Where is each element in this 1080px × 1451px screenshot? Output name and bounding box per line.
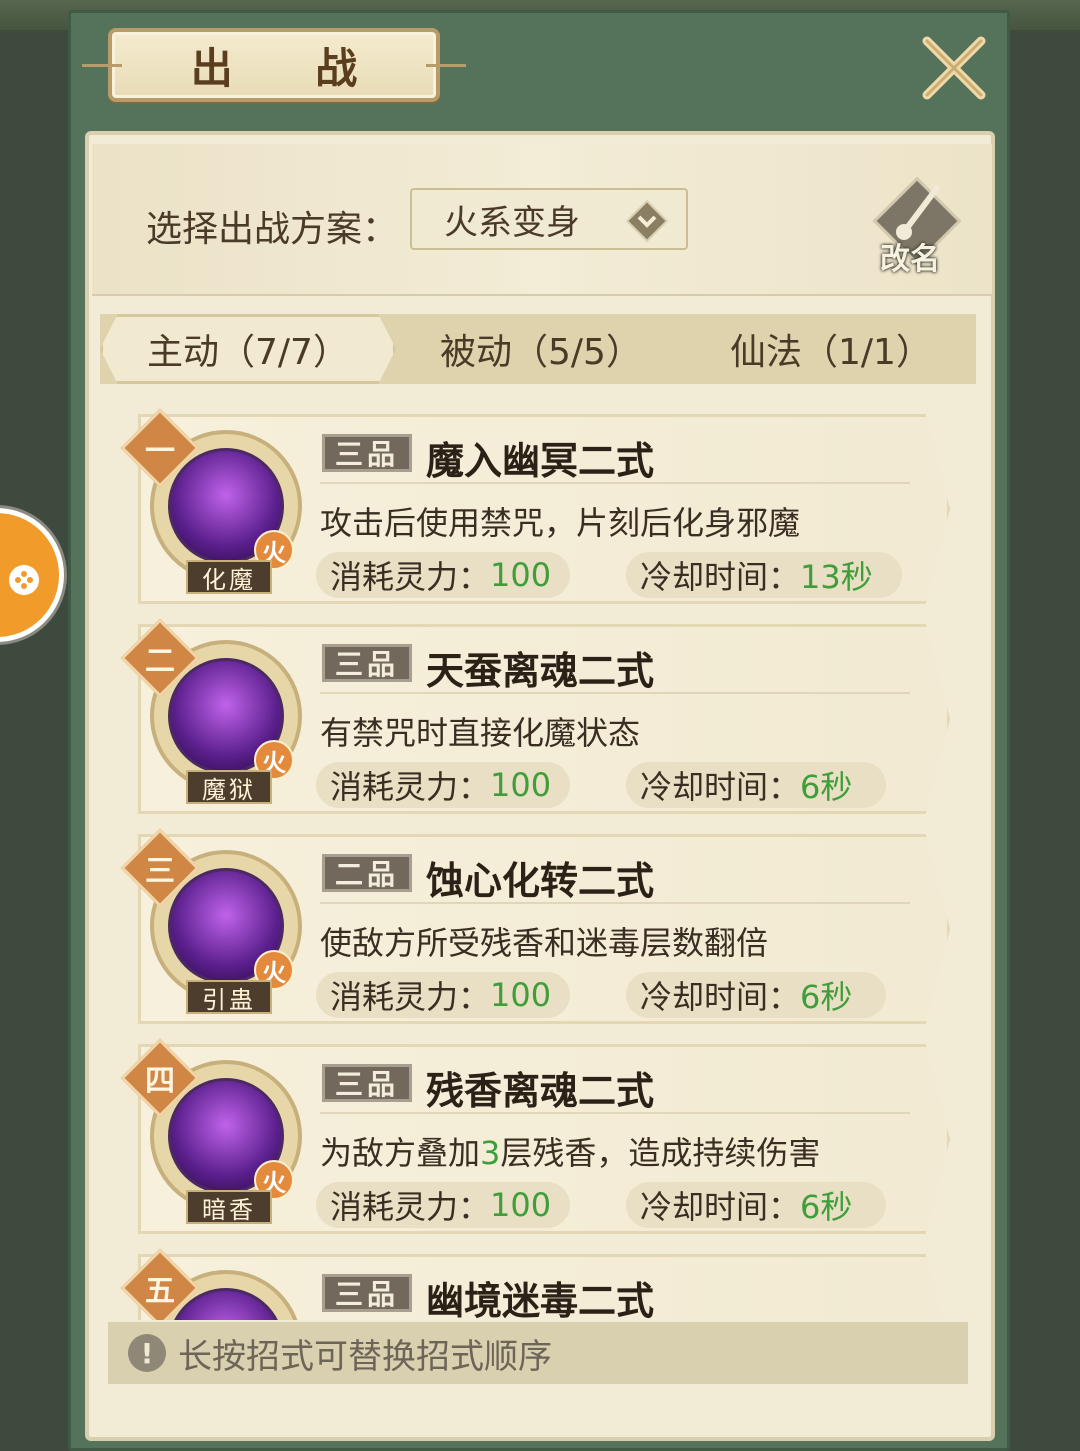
mana-cost-value: 100 (490, 976, 552, 1014)
mana-cost: 消耗灵力： 100 (316, 972, 570, 1018)
skill-description: 攻击后使用禁咒，片刻后化身邪魔 (320, 504, 801, 542)
skill-icon-name: 引蛊 (186, 980, 272, 1014)
cooldown: 冷却时间： 6秒 (626, 762, 886, 808)
cooldown-value: 13秒 (800, 558, 873, 596)
cooldown-value: 6秒 (800, 1188, 853, 1226)
cooldown-value: 6秒 (800, 768, 853, 806)
hint-text: 长按招式可替换招式顺序 (178, 1336, 552, 1377)
page-title: 出 战 (190, 43, 392, 93)
tab-label: 被动（5/5） (440, 332, 642, 373)
skill-name: 残香离魂二式 (426, 1069, 655, 1113)
cooldown-value: 6秒 (800, 978, 853, 1016)
skill-name: 蚀心化转二式 (426, 859, 655, 903)
mana-cost: 消耗灵力： 100 (316, 1182, 570, 1228)
mana-cost-label: 消耗灵力： (330, 558, 491, 596)
cooldown: 冷却时间： 6秒 (626, 1182, 886, 1228)
hint-bar: ! 长按招式可替换招式顺序 (108, 1322, 968, 1384)
mana-cost-value: 100 (490, 1186, 552, 1224)
desc-part: 层残香，造成持续伤害 (500, 1134, 821, 1172)
cooldown-label: 冷却时间： (640, 978, 801, 1016)
mana-cost: 消耗灵力： 100 (316, 552, 570, 598)
grade-badge: 三品 (322, 1274, 412, 1312)
rank-number: 五 (145, 1274, 175, 1309)
grade-badge: 二品 (322, 854, 412, 892)
scheme-selected-value: 火系变身 (444, 202, 580, 243)
cooldown: 冷却时间： 13秒 (626, 552, 902, 598)
grade-badge: 三品 (322, 434, 412, 472)
rename-label: 改名 (880, 242, 940, 277)
chevron-down-icon (625, 199, 669, 243)
skill-list[interactable]: 火 化魔 一 三品 魔入幽冥二式 攻击后使用禁咒，片刻后化身邪魔 消耗灵力： 10… (120, 406, 950, 1320)
info-icon: ! (128, 1334, 166, 1372)
close-button[interactable] (912, 26, 996, 110)
grade-badge: 三品 (322, 1064, 412, 1102)
mana-cost-label: 消耗灵力： (330, 978, 491, 1016)
tab-passive[interactable]: 被动（5/5） (396, 314, 686, 384)
rank-number: 四 (145, 1064, 175, 1099)
tab-immortal-arts[interactable]: 仙法（1/1） (686, 314, 976, 384)
rank-number: 三 (145, 854, 175, 889)
gamepad-icon (9, 565, 39, 595)
skill-description: 有禁咒时直接化魔状态 (320, 714, 641, 752)
skill-description: 为敌方叠加3层残香，造成持续伤害 (320, 1128, 820, 1174)
skill-description: 使敌方所受残香和迷毒层数翻倍 (320, 924, 769, 962)
grade-badge: 三品 (322, 644, 412, 682)
skill-tabs: 主动（7/7） 被动（5/5） 仙法（1/1） (100, 314, 976, 384)
tab-active[interactable]: 主动（7/7） (100, 314, 396, 384)
mana-cost-label: 消耗灵力： (330, 1188, 491, 1226)
mana-cost: 消耗灵力： 100 (316, 762, 570, 808)
title-plaque: 出 战 (82, 28, 466, 102)
skill-name: 天蚕离魂二式 (426, 649, 655, 693)
skill-name: 魔入幽冥二式 (426, 439, 655, 483)
rank-number: 一 (145, 434, 175, 469)
skill-icon-name: 化魔 (186, 560, 272, 594)
cooldown-label: 冷却时间： (640, 1188, 801, 1226)
mana-cost-value: 100 (490, 766, 552, 804)
cooldown-label: 冷却时间： (640, 558, 801, 596)
mana-cost-label: 消耗灵力： (330, 768, 491, 806)
tab-label: 主动（7/7） (147, 332, 349, 373)
scheme-dropdown[interactable]: 火系变身 (410, 188, 688, 250)
desc-number: 3 (480, 1134, 501, 1172)
scheme-bar: 选择出战方案： 火系变身 改名 (92, 144, 992, 296)
skill-name: 幽境迷毒二式 (426, 1279, 655, 1320)
scheme-label: 选择出战方案： (146, 209, 399, 250)
skill-icon-name: 暗香 (186, 1190, 272, 1224)
mana-cost-value: 100 (490, 556, 552, 594)
rename-button[interactable]: 改名 (862, 166, 972, 277)
tab-label: 仙法（1/1） (730, 332, 932, 373)
desc-part: 为敌方叠加 (320, 1134, 481, 1172)
cooldown-label: 冷却时间： (640, 768, 801, 806)
cooldown: 冷却时间： 6秒 (626, 972, 886, 1018)
skill-icon-name: 魔狱 (186, 770, 272, 804)
close-icon (922, 36, 986, 100)
floating-game-assistant-button[interactable] (0, 508, 64, 642)
rank-number: 二 (145, 644, 175, 679)
